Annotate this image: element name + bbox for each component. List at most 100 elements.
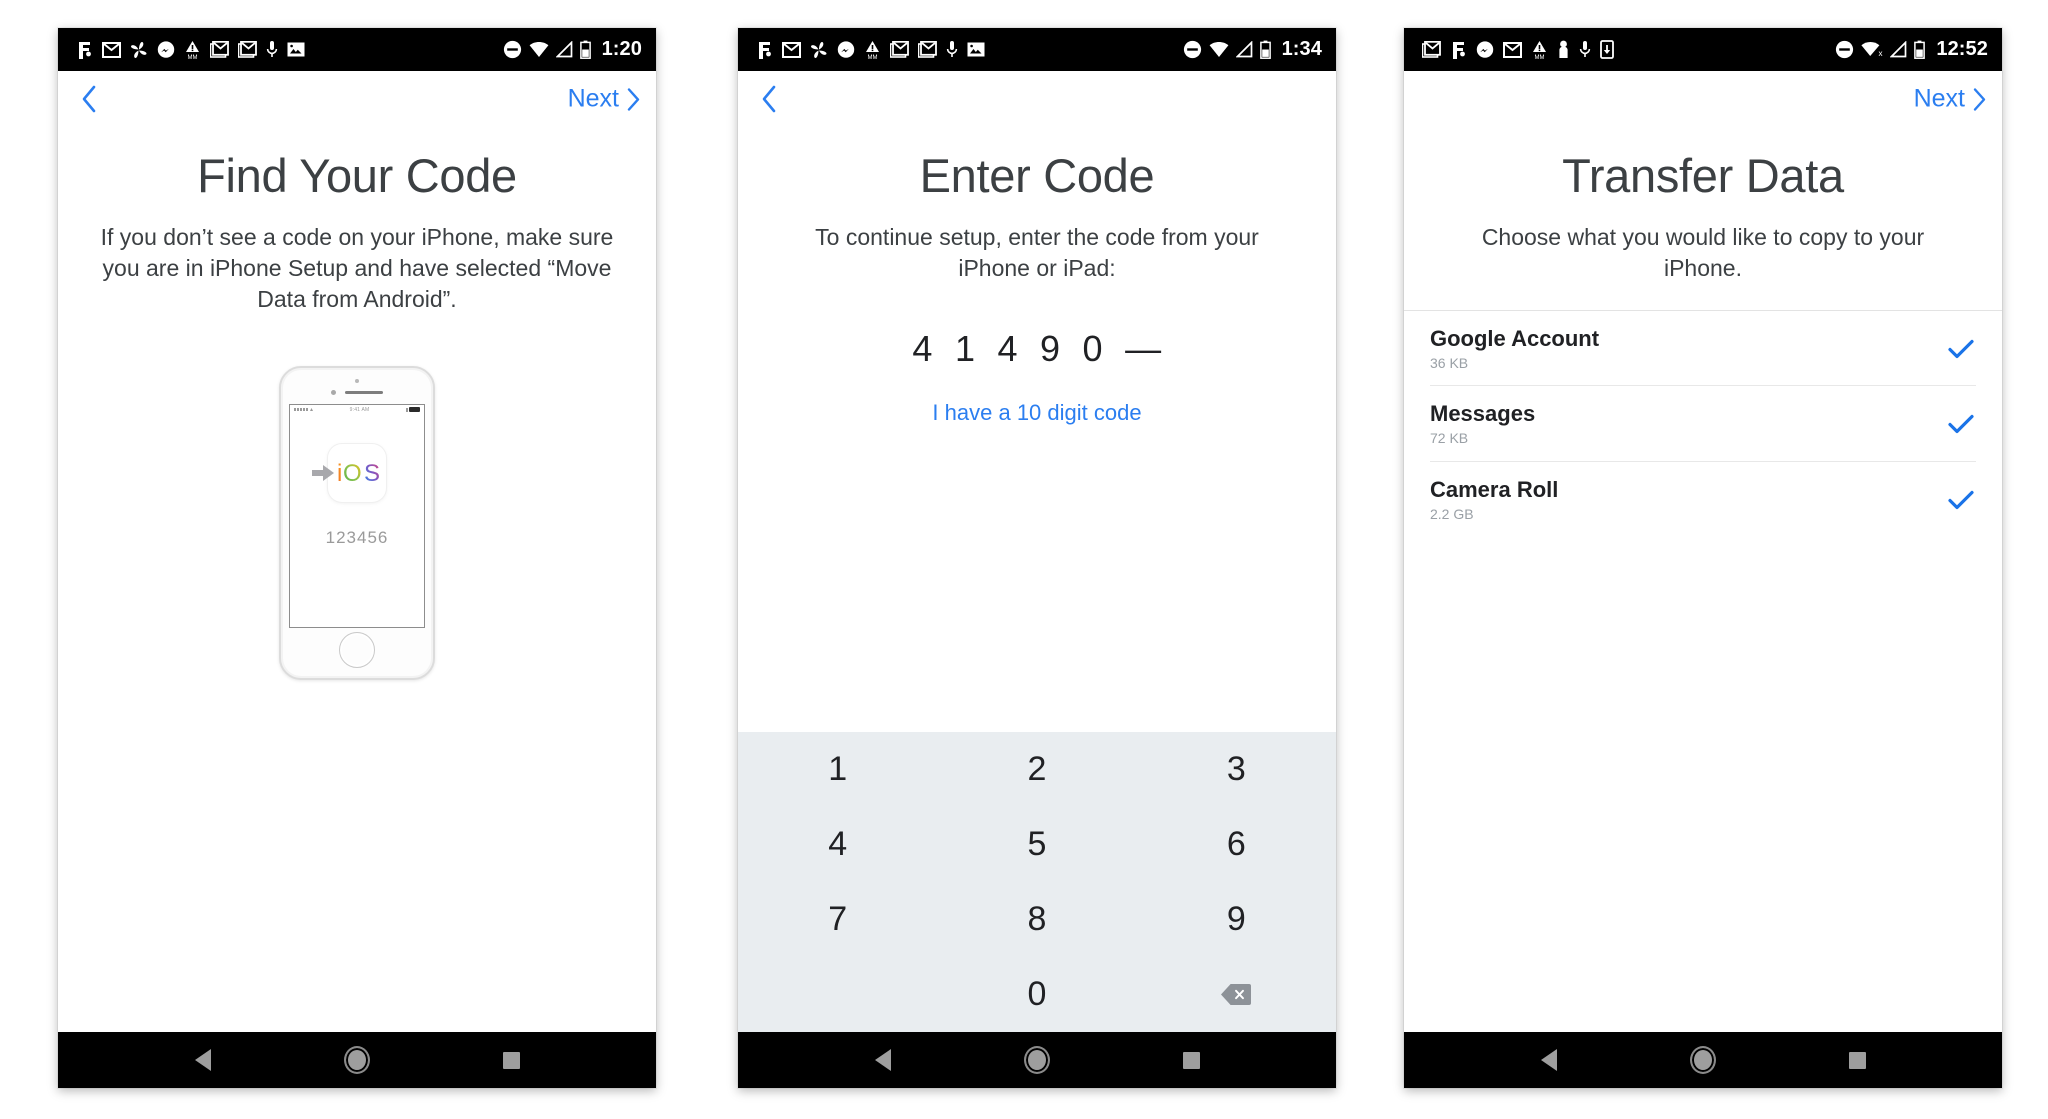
messenger-icon bbox=[1476, 40, 1494, 58]
app-bar: Next bbox=[1404, 71, 2002, 127]
nav-home-button[interactable] bbox=[1023, 1046, 1050, 1074]
headline-block: Transfer Data Choose what you would like… bbox=[1404, 127, 2002, 284]
svg-text:MM: MM bbox=[868, 55, 878, 59]
keypad-key-2[interactable]: 2 bbox=[937, 732, 1136, 807]
signal-icon bbox=[555, 41, 572, 58]
keypad-key-1[interactable]: 1 bbox=[738, 732, 937, 807]
page-title: Find Your Code bbox=[197, 149, 517, 202]
mic-icon bbox=[1579, 41, 1591, 57]
svg-text:i: i bbox=[337, 460, 341, 487]
phone-screen-find-your-code: MM 1:20 Next Find Your Code If you don’t… bbox=[58, 28, 656, 1088]
battery-icon bbox=[1259, 40, 1271, 59]
status-bar-notification-icons: MM bbox=[76, 40, 305, 59]
device-download-icon bbox=[1600, 40, 1614, 59]
chevron-left-icon bbox=[762, 85, 776, 113]
nav-recents-icon bbox=[1182, 1051, 1200, 1069]
photos-icon bbox=[131, 41, 147, 58]
nav-back-button[interactable] bbox=[874, 1049, 891, 1071]
mic-icon bbox=[946, 41, 958, 57]
keypad-key-0[interactable]: 0 bbox=[937, 957, 1136, 1032]
pairing-code-display: 123456 bbox=[325, 528, 389, 548]
back-button[interactable] bbox=[752, 82, 786, 116]
list-item[interactable]: Messages 72 KB bbox=[1404, 386, 2002, 461]
do-not-disturb-icon bbox=[1183, 40, 1201, 59]
app-content: Enter Code To continue setup, enter the … bbox=[738, 71, 1336, 1032]
photos-icon bbox=[811, 41, 827, 58]
keypad-key-5[interactable]: 5 bbox=[937, 807, 1136, 882]
nav-home-icon bbox=[1023, 1046, 1050, 1074]
keypad-key-7[interactable]: 7 bbox=[738, 882, 937, 957]
list-item[interactable]: Google Account 36 KB bbox=[1404, 311, 2002, 386]
nav-home-button[interactable] bbox=[1689, 1046, 1716, 1074]
nav-home-button[interactable] bbox=[343, 1046, 370, 1074]
person-icon bbox=[1559, 40, 1568, 58]
code-entry-area: 4 1 4 9 0 — I have a 10 digit code bbox=[738, 284, 1336, 426]
chevron-left-icon bbox=[82, 85, 96, 113]
page-subtitle: To continue setup, enter the code from y… bbox=[815, 224, 1259, 281]
next-button-label: Next bbox=[1913, 84, 1965, 113]
iphone-status-bar: ▴ 9:41 AM bbox=[290, 405, 424, 414]
phone-screen-enter-code: MM 1:34 Enter Code To continue setup, en… bbox=[738, 28, 1336, 1088]
headline-block: Enter Code To continue setup, enter the … bbox=[738, 127, 1336, 284]
list-item[interactable]: Camera Roll 2.2 GB bbox=[1404, 462, 2002, 537]
chevron-right-icon bbox=[627, 87, 640, 111]
flex-spacer bbox=[1404, 536, 2002, 1032]
keypad-key-6[interactable]: 6 bbox=[1137, 807, 1336, 882]
gmail-stack2-icon bbox=[238, 40, 257, 58]
next-button[interactable]: Next bbox=[567, 84, 640, 113]
chevron-right-icon bbox=[1973, 87, 1986, 111]
messenger-icon bbox=[157, 40, 175, 58]
status-bar-clock: 1:34 bbox=[1281, 38, 1322, 60]
nav-back-icon bbox=[1540, 1049, 1557, 1071]
screenshot-stage: MM 1:20 Next Find Your Code If you don’t… bbox=[0, 0, 2048, 1119]
iphone-camera-dot bbox=[355, 379, 359, 384]
status-bar-clock: 1:20 bbox=[601, 38, 642, 60]
nav-recents-button[interactable] bbox=[502, 1051, 520, 1069]
next-button[interactable]: Next bbox=[1913, 84, 1986, 113]
wifi-icon bbox=[1209, 42, 1228, 57]
battery-icon bbox=[579, 40, 591, 59]
nav-recents-icon bbox=[1848, 1051, 1866, 1069]
code-digit-2: 1 bbox=[954, 327, 976, 369]
ios-wordmark: i O S bbox=[337, 460, 380, 487]
list-item-name: Messages bbox=[1430, 401, 1536, 427]
mic-icon bbox=[266, 41, 278, 57]
svg-text:O: O bbox=[343, 460, 361, 487]
nav-recents-button[interactable] bbox=[1848, 1051, 1866, 1069]
numeric-keypad: 1 2 3 4 5 6 7 8 9 0 bbox=[738, 732, 1336, 1032]
iphone-battery-icon bbox=[405, 407, 420, 413]
iphone-screen: ▴ 9:41 AM i O S 123456 bbox=[289, 404, 425, 629]
list-item-text: Google Account 36 KB bbox=[1430, 325, 1600, 372]
svg-text:S: S bbox=[364, 460, 379, 487]
gmail-stack-icon bbox=[210, 40, 229, 58]
nav-back-button[interactable] bbox=[194, 1049, 211, 1071]
ten-digit-code-link[interactable]: I have a 10 digit code bbox=[932, 400, 1141, 426]
illustration-area: ▴ 9:41 AM i O S 123456 bbox=[58, 314, 656, 1032]
keypad-key-8[interactable]: 8 bbox=[937, 882, 1136, 957]
next-button-label: Next bbox=[567, 84, 619, 113]
check-icon[interactable] bbox=[1946, 334, 1976, 364]
signal-icon bbox=[1890, 41, 1907, 58]
signal-icon bbox=[1235, 41, 1252, 58]
nav-recents-button[interactable] bbox=[1182, 1051, 1200, 1069]
list-item-size: 72 KB bbox=[1430, 430, 1469, 447]
keypad-key-4[interactable]: 4 bbox=[738, 807, 937, 882]
keypad-key-blank bbox=[738, 957, 937, 1032]
iphone-home-button bbox=[339, 632, 375, 669]
keypad-key-9[interactable]: 9 bbox=[1137, 882, 1336, 957]
back-button[interactable] bbox=[72, 82, 106, 116]
list-item-text: Camera Roll 2.2 GB bbox=[1430, 477, 1558, 523]
keypad-backspace-button[interactable] bbox=[1137, 957, 1336, 1032]
nav-back-button[interactable] bbox=[1540, 1049, 1557, 1071]
page-title: Transfer Data bbox=[1562, 149, 1844, 202]
status-bar-notification-icons: MM bbox=[756, 40, 985, 59]
mm-alert-icon: MM bbox=[1533, 41, 1546, 59]
list-item-name: Google Account bbox=[1430, 325, 1600, 351]
keypad-key-3[interactable]: 3 bbox=[1137, 732, 1336, 807]
do-not-disturb-icon bbox=[503, 40, 521, 59]
check-icon[interactable] bbox=[1946, 485, 1976, 515]
nav-recents-icon bbox=[502, 1051, 520, 1069]
code-input-display[interactable]: 4 1 4 9 0 — bbox=[738, 328, 1336, 370]
check-icon[interactable] bbox=[1946, 409, 1976, 439]
android-nav-bar bbox=[58, 1032, 656, 1088]
